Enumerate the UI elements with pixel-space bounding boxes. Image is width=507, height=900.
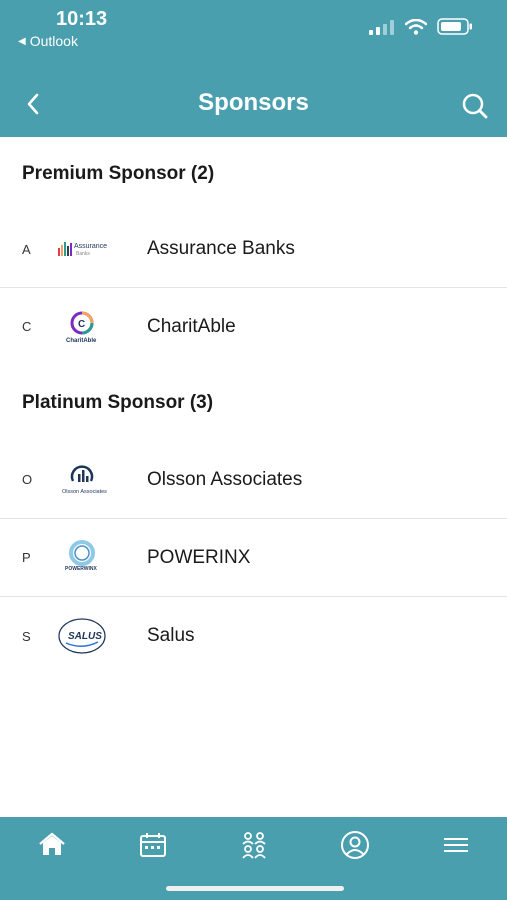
powerinx-logo: POWERWINX (52, 539, 147, 576)
home-icon (39, 832, 65, 855)
sponsor-name: CharitAble (147, 315, 236, 337)
index-letter: O (22, 472, 33, 487)
tab-profile[interactable] (335, 829, 375, 861)
index-letter: S (22, 628, 31, 644)
sponsor-row-powerinx[interactable]: P POWERWINX POWERINX (0, 519, 507, 597)
sponsor-name: Assurance Banks (147, 238, 295, 259)
search-icon (462, 93, 488, 119)
svg-text:C: C (78, 319, 85, 330)
logo-text: Olsson Associates (62, 489, 107, 495)
sponsor-list: Premium Sponsor (2) A Assurance Banks As… (0, 137, 507, 675)
tab-people[interactable] (234, 829, 274, 861)
battery-icon (437, 18, 472, 35)
back-to-app[interactable]: ◀ Outlook (18, 33, 78, 49)
status-icons (369, 18, 473, 35)
signal-icon (369, 19, 394, 35)
olsson-associates-logo: Olsson Associates (52, 463, 147, 497)
tab-calendar[interactable] (133, 829, 173, 861)
sponsor-row-olsson-associates[interactable]: O Olsson Associates Olsson Associates (0, 441, 507, 519)
menu-icon (444, 838, 468, 852)
sponsor-name: Olsson Associates (147, 468, 303, 490)
sponsor-row-salus[interactable]: S SALUS Salus (0, 597, 507, 675)
status-time: 10:13 (56, 8, 108, 30)
index-letter: A (22, 241, 31, 257)
tab-home[interactable] (32, 829, 72, 861)
sponsor-name: POWERINX (147, 546, 251, 568)
logo-text: CharitAble (66, 338, 97, 344)
header: 10:13 ◀ Outlook Sponsors (0, 0, 507, 137)
sponsor-row-assurance-banks[interactable]: A Assurance Banks Assurance Banks (0, 211, 507, 288)
home-indicator (166, 886, 344, 891)
index-letter: P (22, 550, 31, 565)
logo-text: SALUS (68, 631, 102, 642)
people-icon (242, 832, 266, 859)
page-title: Sponsors (198, 89, 309, 116)
search-button[interactable] (459, 90, 491, 122)
calendar-icon (140, 833, 166, 857)
salus-logo: SALUS (52, 616, 147, 656)
section-title-premium: Premium Sponsor (2) (22, 163, 215, 184)
back-app-triangle-icon: ◀ (18, 35, 26, 47)
logo-text: POWERWINX (65, 566, 98, 572)
profile-icon (341, 831, 369, 859)
section-title-platinum: Platinum Sponsor (3) (22, 392, 214, 413)
tab-menu[interactable] (436, 829, 476, 861)
charitable-logo: C CharitAble (52, 309, 147, 345)
back-app-label: Outlook (29, 33, 78, 49)
sponsor-name: Salus (147, 625, 195, 646)
assurance-banks-logo: Assurance Banks (52, 238, 147, 260)
sponsor-row-charitable[interactable]: C C CharitAble CharitAble (0, 288, 507, 365)
logo-subtext: Banks (76, 251, 90, 257)
wifi-icon (405, 18, 427, 35)
logo-text: Assurance (74, 243, 107, 250)
index-letter: C (22, 319, 32, 334)
